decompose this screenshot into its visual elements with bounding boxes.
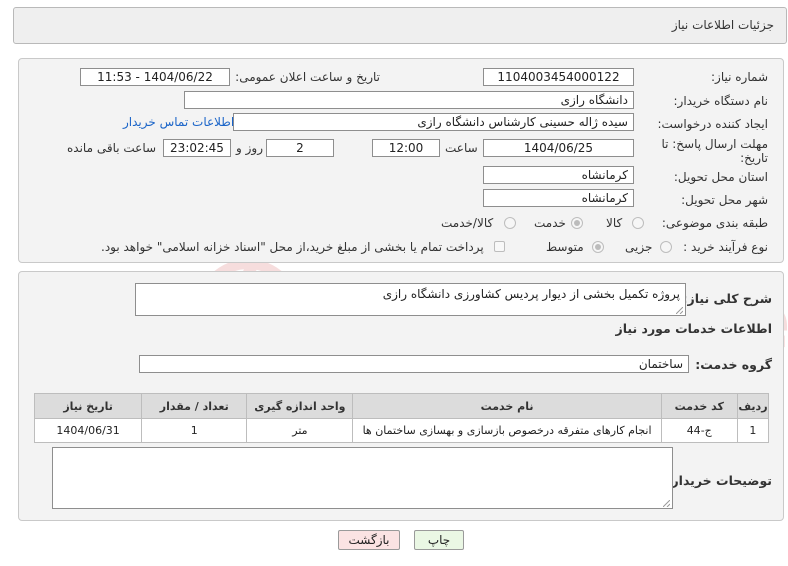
resize-grip-icon[interactable] xyxy=(676,307,683,314)
city-label: شهر محل تحویل: xyxy=(681,193,768,207)
cell-quantity: 1 xyxy=(141,418,248,443)
days-field: 2 xyxy=(266,139,334,157)
cell-row-number: 1 xyxy=(736,418,770,443)
creator-label: ایجاد کننده درخواست: xyxy=(657,117,768,131)
category-radio-goods-service[interactable] xyxy=(504,217,516,229)
deadline-date-field: 1404/06/25 xyxy=(483,139,634,157)
deadline-label-line2: تاریخ: xyxy=(740,151,768,165)
buyer-org-label: نام دستگاه خریدار: xyxy=(673,94,769,108)
need-info-panel xyxy=(18,58,784,263)
summary-label: شرح کلی نیاز: xyxy=(682,291,772,306)
service-group-field: ساختمان xyxy=(139,355,689,373)
buyer-org-field: دانشگاه رازی xyxy=(184,91,634,109)
summary-text: پروژه تکمیل بخشی از دیوار پردیس کشاورزی … xyxy=(382,287,680,301)
col-header-service-name: نام خدمت xyxy=(352,393,662,419)
buyer-notes-textarea[interactable] xyxy=(52,447,673,509)
table-header-row: ردیف کد خدمت نام خدمت واحد اندازه گیری ت… xyxy=(33,393,770,419)
category-option-service: خدمت xyxy=(534,216,566,230)
remaining-time-field: 23:02:45 xyxy=(163,139,231,157)
remaining-time-label: ساعت باقی مانده xyxy=(67,141,157,155)
process-type-label: نوع فرآیند خرید : xyxy=(683,240,768,254)
col-header-unit: واحد اندازه گیری xyxy=(246,393,354,419)
col-header-need-date: تاریخ نیاز xyxy=(33,393,143,419)
days-label: روز و xyxy=(236,141,263,155)
province-field: کرمانشاه xyxy=(483,166,634,184)
col-header-service-code: کد خدمت xyxy=(660,393,738,419)
page-header: جزئیات اطلاعات نیاز xyxy=(13,7,787,44)
treasury-payment-note: پرداخت تمام یا بخشی از مبلغ خرید،از محل … xyxy=(101,240,484,254)
buyer-notes-label: توضیحات خریدار: xyxy=(666,473,772,488)
resize-grip-icon[interactable] xyxy=(663,500,670,507)
province-label: استان محل تحویل: xyxy=(673,170,768,184)
deadline-time-label: ساعت xyxy=(445,141,478,155)
table-row: 1 ج-44 انجام کارهای متفرقه درخصوص بازساز… xyxy=(33,418,770,443)
city-field: کرمانشاه xyxy=(483,189,634,207)
deadline-time-field: 12:00 xyxy=(372,139,440,157)
treasury-payment-checkbox[interactable] xyxy=(494,241,505,252)
deadline-label-line1: مهلت ارسال پاسخ: تا xyxy=(661,137,768,151)
category-label: طبقه بندی موضوعی: xyxy=(661,216,768,230)
cell-need-date: 1404/06/31 xyxy=(33,418,143,443)
back-button[interactable]: بازگشت xyxy=(338,530,400,550)
summary-textarea[interactable]: پروژه تکمیل بخشی از دیوار پردیس کشاورزی … xyxy=(135,283,686,316)
announce-datetime-label: تاریخ و ساعت اعلان عمومی: xyxy=(235,70,380,84)
process-radio-minor[interactable] xyxy=(660,241,672,253)
process-option-medium: متوسط xyxy=(546,240,584,254)
cell-service-name: انجام کارهای متفرقه درخصوص بازسازی و بهس… xyxy=(352,418,662,443)
category-option-goods-service: کالا/خدمت xyxy=(441,216,494,230)
category-option-goods: کالا xyxy=(606,216,623,230)
need-number-field: 1104003454000122 xyxy=(483,68,634,86)
category-radio-service[interactable] xyxy=(571,217,583,229)
cell-unit: متر xyxy=(246,418,354,443)
services-heading: اطلاعات خدمات مورد نیاز xyxy=(615,321,773,336)
services-table: ردیف کد خدمت نام خدمت واحد اندازه گیری ت… xyxy=(33,393,770,443)
cell-service-code: ج-44 xyxy=(660,418,738,443)
need-number-label: شماره نیاز: xyxy=(711,70,768,84)
col-header-row-number: ردیف xyxy=(736,393,770,419)
print-button[interactable]: چاپ xyxy=(414,530,464,550)
creator-field: سیده ژاله حسینی کارشناس دانشگاه رازی xyxy=(233,113,634,131)
col-header-quantity: تعداد / مقدار xyxy=(141,393,248,419)
process-radio-medium[interactable] xyxy=(592,241,604,253)
category-radio-goods[interactable] xyxy=(632,217,644,229)
process-option-minor: جزیی xyxy=(625,240,653,254)
buyer-contact-link[interactable]: اطلاعات تماس خریدار xyxy=(123,115,234,129)
service-group-label: گروه خدمت: xyxy=(695,357,772,372)
announce-datetime-field: 1404/06/22 - 11:53 xyxy=(80,68,230,86)
page-title: جزئیات اطلاعات نیاز xyxy=(671,18,774,32)
